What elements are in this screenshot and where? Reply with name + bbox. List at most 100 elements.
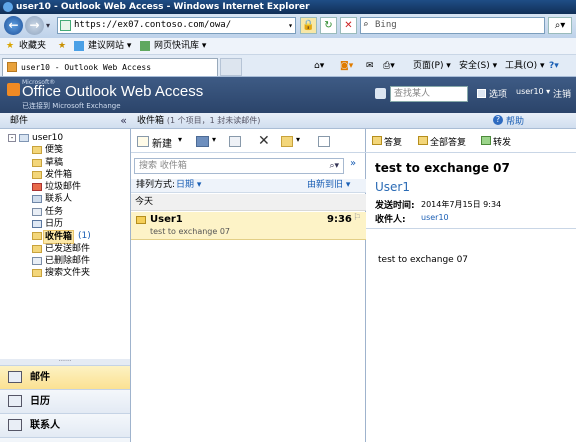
favorites-star-icon: ★ — [6, 41, 15, 51]
mail-pane-header: 邮件 « — [0, 113, 131, 129]
folder-sent[interactable]: 已发送邮件 — [0, 243, 130, 255]
nav-tasks-button[interactable]: 任务 — [0, 437, 130, 442]
nav-contacts-button[interactable]: 联系人 — [0, 413, 130, 437]
folder-deleted[interactable]: 已删除邮件 — [0, 255, 130, 267]
tools-menu[interactable]: 工具(O) ▾ — [505, 59, 545, 73]
tab-bar: user10 - Outlook Web Access ⌂▾ ◙▾ ✉ ⎙▾ 页… — [0, 55, 576, 77]
move-icon[interactable] — [196, 136, 209, 147]
reply-all-icon — [418, 136, 428, 145]
tree-expand-icon[interactable]: - — [8, 134, 16, 142]
web-slice-icon — [140, 41, 150, 51]
url-dropdown-icon[interactable]: ▾ — [288, 18, 293, 33]
owa-tab-icon — [7, 62, 17, 72]
folder-inbox[interactable]: 收件箱 (1) — [0, 230, 130, 245]
read-mail-icon[interactable]: ✉ — [366, 59, 374, 73]
safety-menu[interactable]: 安全(S) ▾ — [459, 59, 497, 73]
sort-order-dropdown[interactable]: 由新到旧 ▾ — [307, 179, 350, 192]
forward-button[interactable]: 转发 — [493, 135, 511, 148]
folder-drafts[interactable]: 草稿 — [0, 157, 130, 169]
contacts-folder-icon — [32, 195, 42, 204]
page-menu[interactable]: 页面(P) ▾ — [413, 59, 451, 73]
back-icon[interactable]: ← — [4, 16, 23, 35]
move-dropdown-icon[interactable]: ▾ — [212, 135, 216, 144]
mailbox-icon — [19, 134, 29, 142]
print-icon[interactable]: ⎙▾ — [383, 59, 395, 73]
new-button[interactable]: 新建 — [152, 135, 172, 150]
tasks-folder-icon — [32, 207, 42, 216]
print-message-icon[interactable] — [318, 136, 330, 147]
reading-toolbar: 答复 全部答复 转发 — [366, 131, 576, 153]
notes-folder-icon — [32, 146, 42, 155]
suggested-sites-link[interactable]: 建议网站 ▾ — [88, 38, 131, 54]
new-tab-button[interactable] — [220, 58, 242, 76]
inbox-summary: (1 个项目，1 封未读邮件) — [166, 116, 261, 125]
folder-label: 垃圾邮件 — [45, 182, 82, 193]
ie-logo-icon — [3, 2, 13, 12]
new-dropdown-icon[interactable]: ▾ — [178, 135, 182, 144]
address-book-icon[interactable] — [375, 88, 386, 99]
history-dropdown-icon[interactable]: ▾ — [46, 21, 50, 30]
find-someone-placeholder: 查找某人 — [394, 89, 431, 99]
search-input[interactable]: ⌕ Bing — [360, 17, 545, 34]
nav-label: 联系人 — [30, 420, 60, 431]
folder-junk[interactable]: 垃圾邮件 — [0, 181, 130, 193]
sort-by-dropdown[interactable]: 日期 ▾ — [176, 179, 201, 192]
refresh-icon[interactable]: ↻ — [320, 17, 337, 34]
user-menu[interactable]: user10 ▾ — [516, 87, 550, 96]
folder-notes[interactable]: 便笺 — [0, 144, 130, 156]
find-someone-input[interactable]: 查找某人 — [390, 86, 468, 102]
flag-icon[interactable]: ⚐ — [353, 213, 361, 223]
search-folder-icon — [32, 269, 42, 278]
add-favorite-icon[interactable]: ★ — [58, 38, 66, 54]
to-value[interactable]: user10 — [421, 213, 449, 222]
folder-contacts[interactable]: 联系人 — [0, 193, 130, 205]
nav-mail-button[interactable]: 邮件 — [0, 365, 130, 389]
logout-link[interactable]: 注销 — [553, 87, 571, 100]
mail-nav-icon — [8, 371, 22, 383]
check-messages-icon[interactable] — [229, 136, 241, 147]
web-slice-gallery-link[interactable]: 网页快讯库 ▾ — [154, 38, 206, 54]
options-link[interactable]: 选项 — [489, 87, 507, 100]
url-field[interactable]: https://ex07.contoso.com/owa/ ▾ — [57, 17, 296, 34]
unread-envelope-icon — [136, 216, 146, 224]
mailbox-root[interactable]: - user10 — [0, 132, 130, 144]
reply-all-button[interactable]: 全部答复 — [430, 135, 466, 148]
message-from[interactable]: User1 — [375, 180, 410, 194]
stop-icon[interactable]: ✕ — [340, 17, 357, 34]
message-toolbar: 新建 ▾ ▾ ✕ ▾ — [131, 131, 366, 153]
folder-outbox[interactable]: 发件箱 — [0, 169, 130, 181]
folder-label: 已发送邮件 — [45, 243, 91, 254]
drafts-folder-icon — [32, 158, 42, 167]
help-icon[interactable]: ?▾ — [549, 59, 559, 73]
nav-calendar-button[interactable]: 日历 — [0, 389, 130, 413]
delete-icon[interactable]: ✕ — [258, 133, 270, 149]
lock-icon[interactable]: 🔒 — [300, 17, 317, 34]
reply-button[interactable]: 答复 — [384, 135, 402, 148]
folder-tree: - user10 便笺 草稿 发件箱 垃圾邮件 联系人 任务 日历 收件箱 (1… — [0, 132, 130, 280]
search-magnifier-icon[interactable]: ⌕▾ — [329, 159, 339, 173]
tab-owa[interactable]: user10 - Outlook Web Access — [2, 58, 218, 76]
categorize-dropdown-icon[interactable]: ▾ — [296, 135, 300, 144]
folder-tasks[interactable]: 任务 — [0, 206, 130, 218]
folder-calendar[interactable]: 日历 — [0, 218, 130, 230]
feeds-icon[interactable]: ◙▾ — [340, 59, 353, 73]
navigation-pane: 邮件 « - user10 便笺 草稿 发件箱 垃圾邮件 联系人 任务 日历 收… — [0, 113, 131, 442]
expand-search-icon[interactable]: » — [350, 158, 356, 169]
search-go-icon[interactable]: ⌕▾ — [548, 17, 572, 34]
inbox-title: 收件箱 — [137, 116, 165, 126]
help-link[interactable]: 帮助 — [506, 114, 524, 127]
folder-label: 日历 — [45, 219, 64, 230]
brand-title: Office Outlook Web Access — [22, 83, 204, 100]
favorites-button[interactable]: 收藏夹 — [19, 38, 46, 54]
folder-search[interactable]: 搜索文件夹 — [0, 267, 130, 279]
home-icon[interactable]: ⌂▾ — [314, 59, 324, 73]
categorize-icon[interactable] — [281, 136, 293, 147]
message-sender: User1 — [150, 214, 183, 225]
suggested-sites-icon — [74, 41, 84, 51]
message-item[interactable]: User1 9:36 ⚐ test to exchange 07 — [131, 212, 366, 240]
forward-icon[interactable]: → — [25, 16, 44, 35]
folder-label: 联系人 — [45, 194, 73, 205]
search-inbox-input[interactable]: 搜索 收件箱 ⌕▾ — [134, 158, 344, 174]
reading-pane: ? 帮助 答复 全部答复 转发 test to exchange 07 User… — [366, 113, 576, 442]
collapse-pane-icon[interactable]: « — [120, 113, 127, 129]
